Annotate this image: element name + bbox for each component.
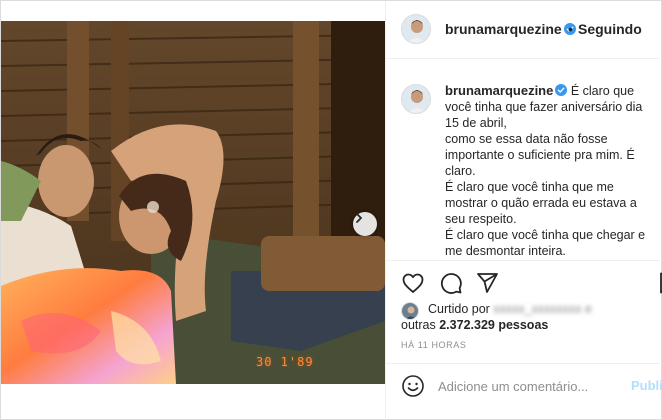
photo-illustration [1, 21, 385, 384]
header-username[interactable]: brunamarquezine [445, 21, 576, 37]
heart-icon[interactable] [401, 271, 425, 295]
comment-icon[interactable] [439, 271, 463, 295]
profile-photo-icon [402, 15, 430, 43]
caption-line: É claro que você tinha que chegar e me d… [445, 228, 646, 258]
comment-input[interactable] [438, 376, 628, 396]
likes-others-prefix: outras [401, 318, 436, 332]
likes-count[interactable]: 2.372.329 pessoas [439, 318, 548, 332]
post-actions [386, 260, 662, 300]
chevron-right-icon [356, 213, 362, 223]
verified-badge-icon [555, 84, 568, 96]
share-icon[interactable] [475, 271, 499, 295]
caption-username[interactable]: brunamarquezine [445, 83, 553, 98]
avatar[interactable] [401, 84, 431, 114]
photo-date-stamp: 30 1'89 [256, 355, 314, 369]
liker-username[interactable]: xxxxx_xxxxxxxx e [493, 302, 592, 316]
likes-line-1: Curtido por xxxxx_xxxxxxxx e [428, 302, 592, 316]
header-username-text[interactable]: brunamarquezine [445, 21, 562, 37]
post-header: brunamarquezine • Seguindo [386, 1, 662, 59]
profile-photo-icon [402, 85, 430, 113]
emoji-icon[interactable] [401, 374, 425, 398]
carousel-next-button[interactable] [353, 212, 377, 236]
header-separator: • [568, 21, 573, 37]
likes-line-2: outras 2.372.329 pessoas [401, 318, 548, 332]
post-photo[interactable]: 30 1'89 [1, 21, 385, 384]
post-timestamp[interactable]: HÁ 11 HORAS [401, 340, 466, 350]
post-side-panel: brunamarquezine • Seguindo brunamarquezi… [385, 1, 662, 420]
caption-text: brunamarquezine É claro que você tinha q… [445, 83, 657, 259]
following-button[interactable]: Seguindo [578, 21, 642, 37]
comment-box: Publicar [386, 363, 662, 407]
caption-line: como se essa data não fosse importante o… [445, 132, 635, 178]
instagram-post: 30 1'89 brunamarquezine • Seguindo bruna… [0, 0, 662, 420]
caption-line: É claro que você tinha que me mostrar o … [445, 180, 637, 226]
post-caption: brunamarquezine É claro que você tinha q… [386, 59, 662, 260]
avatar[interactable] [401, 14, 431, 44]
caption-line: brunamarquezine É claro que você tinha q… [445, 83, 657, 131]
likes-prefix: Curtido por [428, 302, 490, 316]
bookmark-icon[interactable] [656, 271, 662, 295]
publish-button[interactable]: Publicar [631, 378, 662, 393]
